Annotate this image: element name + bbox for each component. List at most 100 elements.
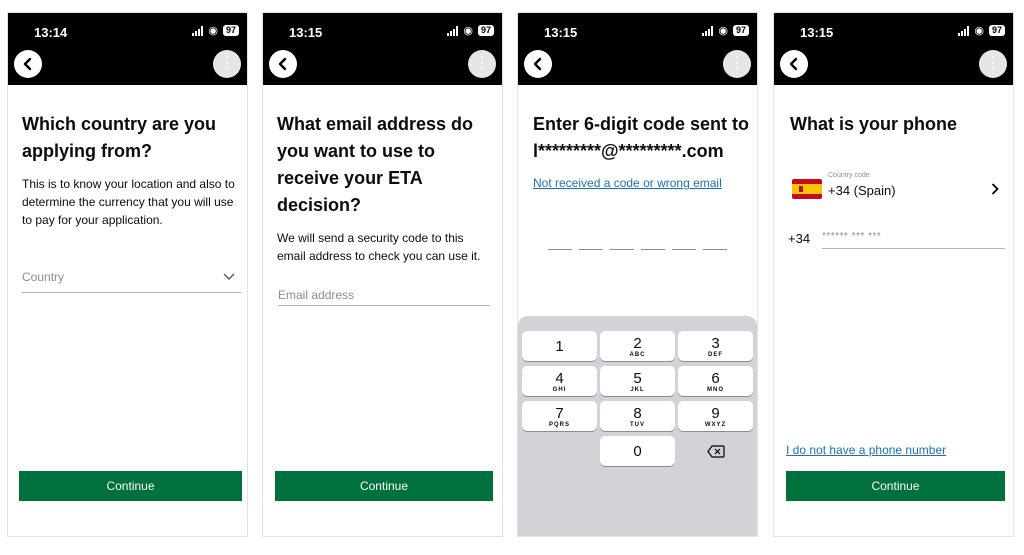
page-title-line: Enter 6-digit code sent to (533, 114, 750, 134)
main-content: What is your phone (790, 111, 1001, 138)
screen-country: 13:14 ◉ 97 ⋮ Which country are you apply… (7, 12, 248, 537)
wifi-icon: ◉ (974, 24, 984, 37)
key-5[interactable]: 5 JKL (600, 366, 675, 396)
key-1[interactable]: 1 (522, 331, 597, 361)
resend-code-link[interactable]: Not received a code or wrong email (533, 176, 722, 190)
key-letters: WXYZ (704, 422, 727, 428)
more-icon: ⋮ (219, 55, 235, 72)
status-bar: 13:14 ◉ 97 ⋮ (8, 13, 247, 85)
continue-button[interactable]: Continue (19, 471, 242, 501)
status-time: 13:15 (800, 25, 834, 40)
code-digit-slot (548, 249, 572, 250)
backspace-icon (706, 444, 725, 458)
status-time: 13:15 (289, 25, 323, 40)
key-letters: TUV (630, 422, 645, 428)
back-button[interactable] (524, 50, 552, 78)
chevron-right-icon (991, 183, 999, 195)
status-bar: 13:15 ◉ 97 ⋮ (774, 13, 1013, 85)
key-label: 2 (633, 335, 642, 352)
email-placeholder: Email address (278, 288, 355, 302)
no-phone-link[interactable]: I do not have a phone number (786, 443, 946, 457)
chevron-left-icon (533, 57, 542, 71)
wifi-icon: ◉ (463, 24, 473, 37)
chevron-left-icon (278, 57, 287, 71)
key-2[interactable]: 2 ABC (600, 331, 675, 361)
key-letters: MNO (707, 387, 724, 393)
masked-email: l*********@*********.com (533, 141, 724, 161)
key-4[interactable]: 4 GHI (522, 366, 597, 396)
phone-prefix: +34 (788, 231, 811, 246)
more-icon: ⋮ (729, 55, 745, 72)
more-options-button[interactable]: ⋮ (468, 50, 496, 78)
key-6[interactable]: 6 MNO (678, 366, 753, 396)
back-button[interactable] (780, 50, 808, 78)
code-digit-slot (672, 249, 696, 250)
continue-button[interactable]: Continue (786, 471, 1005, 501)
code-digit-slot (610, 249, 634, 250)
status-bar: 13:15 ◉ 97 ⋮ (263, 13, 502, 85)
country-code-value: +34 (Spain) (828, 183, 896, 198)
key-label: 4 (555, 370, 564, 387)
code-digit-slot (703, 249, 727, 250)
country-select[interactable]: Country (22, 270, 241, 293)
key-letters: JKL (630, 387, 645, 393)
page-title: Which country are you applying from? (22, 114, 217, 161)
code-digit-slot (579, 249, 603, 250)
numeric-keypad: 1 2 ABC 3 DEF 4 GHI 5 JKL 6 MNO 7 PQRS 8 TUV 9W… (518, 316, 757, 536)
code-digit-slot (641, 249, 665, 250)
more-options-button[interactable]: ⋮ (979, 50, 1007, 78)
more-options-button[interactable]: ⋮ (213, 50, 241, 78)
key-label: 0 (633, 443, 642, 460)
phone-placeholder: ****** *** *** (822, 231, 882, 242)
chevron-down-icon (223, 273, 235, 280)
screen-phone: 13:15 ◉ 97 ⋮ What is your phone Country … (773, 12, 1014, 537)
signal-icon (958, 25, 970, 36)
signal-icon (702, 25, 714, 36)
wifi-icon: ◉ (718, 24, 728, 37)
more-options-button[interactable]: ⋮ (723, 50, 751, 78)
key-7[interactable]: 7 PQRS (522, 401, 597, 431)
more-icon: ⋮ (985, 55, 1001, 72)
main-content: Which country are you applying from? Thi… (22, 111, 235, 229)
key-9[interactable]: 9 WXYZ (678, 401, 753, 431)
key-label: 7 (555, 405, 564, 422)
key-label: 1 (555, 338, 564, 355)
page-description: We will send a security code to this ema… (277, 231, 481, 263)
country-placeholder: Country (22, 270, 65, 284)
page-title: What is your phone (790, 114, 958, 134)
back-button[interactable] (14, 50, 42, 78)
key-label: 6 (711, 370, 720, 387)
country-code-selector[interactable]: Country code +34 (Spain) (792, 171, 1007, 203)
phone-input[interactable]: ****** *** *** (822, 228, 1005, 249)
page-title: Enter 6-digit code sent to l*********@**… (533, 111, 753, 165)
signal-icon (192, 25, 204, 36)
key-label: 5 (633, 370, 642, 387)
status-time: 13:15 (544, 25, 578, 40)
battery-icon: 97 (732, 25, 749, 36)
battery-icon: 97 (988, 25, 1005, 36)
back-button[interactable] (269, 50, 297, 78)
battery-icon: 97 (477, 25, 494, 36)
key-0[interactable]: 0 (600, 436, 675, 466)
page-title: What email address do you want to use to… (277, 114, 474, 215)
key-8[interactable]: 8 TUV (600, 401, 675, 431)
code-input[interactable] (548, 249, 727, 250)
key-3[interactable]: 3 DEF (678, 331, 753, 361)
continue-button[interactable]: Continue (275, 471, 493, 501)
status-bar: 13:15 ◉ 97 ⋮ (518, 13, 757, 85)
key-letters: ABC (629, 352, 646, 358)
key-label: 9 (711, 405, 720, 422)
screen-email: 13:15 ◉ 97 ⋮ What email address do you w… (262, 12, 503, 537)
chevron-left-icon (23, 57, 32, 71)
key-letters: PQRS (548, 422, 570, 428)
country-code-label: Country code (828, 172, 870, 179)
wifi-icon: ◉ (208, 24, 218, 37)
email-input[interactable]: Email address (278, 288, 490, 306)
status-icons: ◉ 97 (447, 25, 494, 36)
battery-icon: 97 (222, 25, 239, 36)
chevron-left-icon (789, 57, 798, 71)
signal-icon (447, 25, 459, 36)
more-icon: ⋮ (474, 55, 490, 72)
status-icons: ◉ 97 (702, 25, 749, 36)
backspace-key[interactable] (678, 436, 753, 466)
